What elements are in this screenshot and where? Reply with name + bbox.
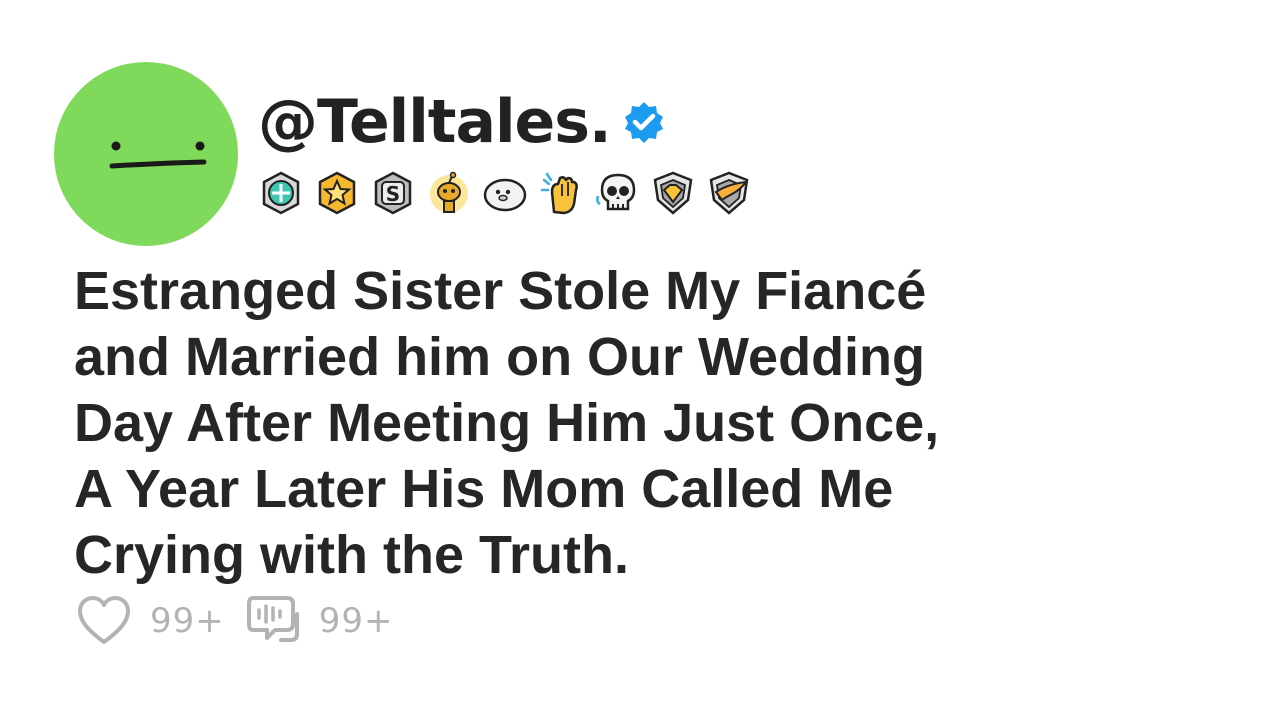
profile-header: @Telltales. — [258, 84, 667, 160]
post-title: Estranged Sister Stole My Fiancé and Mar… — [74, 258, 1234, 588]
comment-icon[interactable] — [245, 594, 301, 648]
helpful-badge-icon — [258, 170, 304, 216]
verified-badge-icon — [621, 99, 667, 145]
svg-text:S: S — [386, 182, 400, 206]
gold-wing-shield-icon — [706, 170, 752, 216]
post-title-line: Estranged Sister Stole My Fiancé — [74, 261, 927, 321]
award-badges: S — [258, 170, 752, 216]
post-card: @Telltales. S Estranged Sister Stole My … — [0, 0, 1280, 720]
gold-snoo-award-icon — [426, 170, 472, 216]
post-title-line: A Year Later His Mom Called Me — [74, 459, 894, 519]
post-title-line: Crying with the Truth. — [74, 525, 629, 585]
gold-gem-shield-icon — [650, 170, 696, 216]
profile-handle[interactable]: @Telltales. — [258, 92, 612, 152]
neutral-face-icon — [109, 141, 207, 169]
comment-count: 99+ — [318, 601, 394, 641]
post-stats: 99+ 99+ — [76, 594, 414, 648]
clapping-hands-award-icon — [538, 170, 584, 216]
gold-star-badge-icon — [314, 170, 360, 216]
avatar[interactable] — [54, 62, 238, 246]
seal-award-icon — [482, 170, 528, 216]
silver-s-badge-icon: S — [370, 170, 416, 216]
post-title-line: Day After Meeting Him Just Once, — [74, 393, 940, 453]
heart-icon[interactable] — [76, 594, 132, 648]
skull-award-icon — [594, 170, 640, 216]
like-count: 99+ — [150, 601, 225, 641]
post-title-line: and Married him on Our Wedding — [74, 327, 926, 387]
